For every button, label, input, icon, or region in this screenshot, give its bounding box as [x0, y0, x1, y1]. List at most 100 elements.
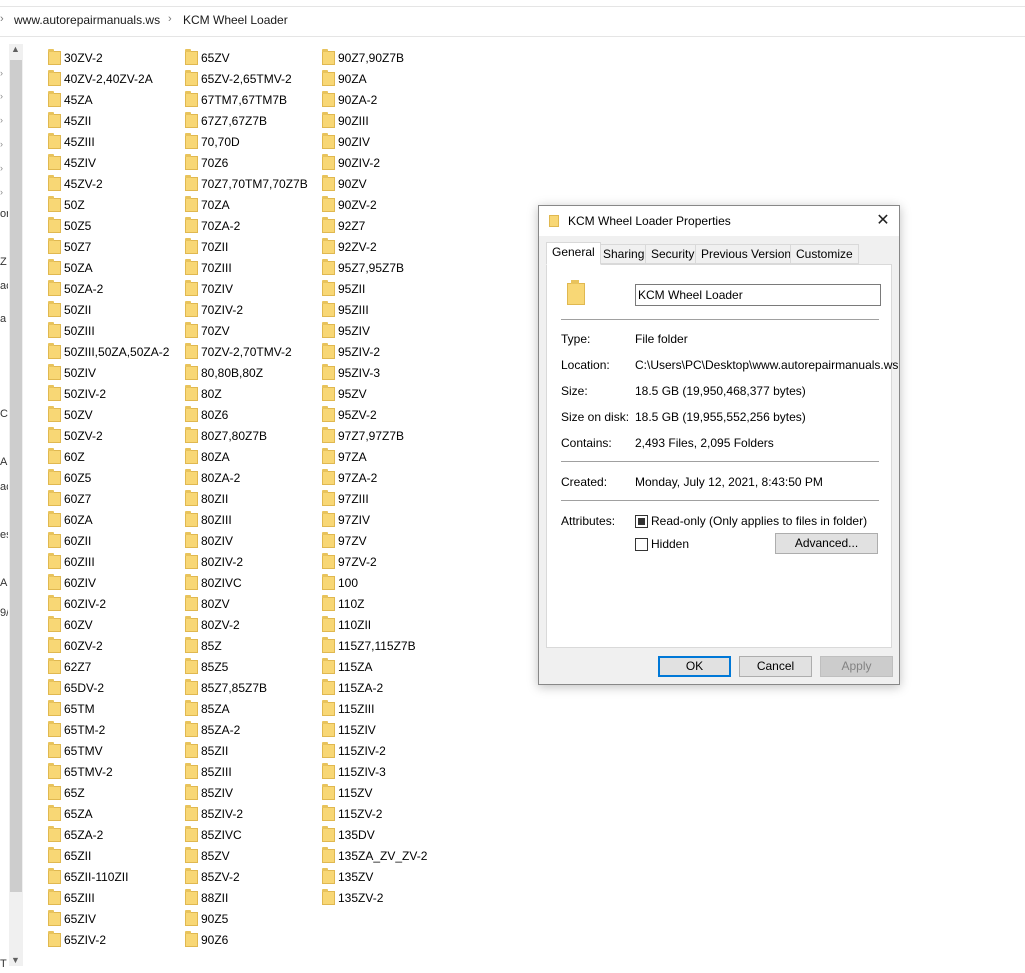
folder-item[interactable]: 30ZV-2: [48, 48, 103, 68]
folder-item[interactable]: 50ZIII,50ZA,50ZA-2: [48, 342, 169, 362]
folder-item[interactable]: 97ZIV: [322, 510, 370, 530]
folder-item[interactable]: 60ZV: [48, 615, 93, 635]
folder-item[interactable]: 115ZA-2: [322, 678, 383, 698]
folder-item[interactable]: 135DV: [322, 825, 375, 845]
readonly-checkbox-label[interactable]: Read-only (Only applies to files in fold…: [651, 514, 867, 528]
folder-item[interactable]: 50ZA: [48, 258, 93, 278]
advanced-button[interactable]: Advanced...: [775, 533, 878, 554]
folder-item[interactable]: 80,80B,80Z: [185, 363, 263, 383]
folder-item[interactable]: 80ZV-2: [185, 615, 240, 635]
tab-customize[interactable]: Customize: [790, 244, 859, 264]
folder-item[interactable]: 80ZIV-2: [185, 552, 243, 572]
folder-item[interactable]: 65ZII: [48, 846, 91, 866]
folder-item[interactable]: 62Z7: [48, 657, 91, 677]
folder-item[interactable]: 100: [322, 573, 358, 593]
nav-item-label[interactable]: ac: [0, 481, 8, 493]
folder-item[interactable]: 60Z7: [48, 489, 91, 509]
folder-item[interactable]: 97ZIII: [322, 489, 369, 509]
expand-arrow-icon[interactable]: ›: [0, 91, 6, 101]
folder-item[interactable]: 90ZIII: [322, 111, 369, 131]
expand-arrow-icon[interactable]: ›: [0, 187, 6, 197]
expand-arrow-icon[interactable]: ›: [0, 139, 6, 149]
folder-item[interactable]: 95ZIV-3: [322, 363, 380, 383]
folder-item[interactable]: 50Z7: [48, 237, 91, 257]
cancel-button[interactable]: Cancel: [739, 656, 812, 677]
folder-item[interactable]: 85ZV: [185, 846, 230, 866]
folder-item[interactable]: 115Z7,115Z7B: [322, 636, 416, 656]
folder-item[interactable]: 95ZV-2: [322, 405, 377, 425]
folder-item[interactable]: 135ZV: [322, 867, 373, 887]
folder-item[interactable]: 65TMV-2: [48, 762, 113, 782]
folder-name-input[interactable]: [635, 284, 881, 306]
nav-item-label[interactable]: es: [0, 529, 8, 541]
folder-item[interactable]: 97Z7,97Z7B: [322, 426, 404, 446]
tab-sharing[interactable]: Sharing: [597, 244, 651, 264]
folder-item[interactable]: 50Z5: [48, 216, 91, 236]
folder-item[interactable]: 80ZIII: [185, 510, 232, 530]
hidden-checkbox-label[interactable]: Hidden: [651, 537, 689, 551]
folder-item[interactable]: 80Z7,80Z7B: [185, 426, 267, 446]
folder-item[interactable]: 97ZA: [322, 447, 367, 467]
folder-item[interactable]: 70ZV-2,70TMV-2: [185, 342, 292, 362]
folder-item[interactable]: 65ZA: [48, 804, 93, 824]
folder-item[interactable]: 67Z7,67Z7B: [185, 111, 267, 131]
folder-item[interactable]: 45ZIII: [48, 132, 95, 152]
folder-item[interactable]: 85ZA-2: [185, 720, 240, 740]
folder-item[interactable]: 80ZIVC: [185, 573, 242, 593]
folder-item[interactable]: 85ZII: [185, 741, 228, 761]
navigation-pane[interactable]: [0, 37, 8, 973]
folder-item[interactable]: 85ZIV: [185, 783, 233, 803]
folder-item[interactable]: 97ZA-2: [322, 468, 377, 488]
folder-item[interactable]: 85ZIV-2: [185, 804, 243, 824]
expand-arrow-icon[interactable]: ›: [0, 68, 6, 78]
folder-item[interactable]: 65ZA-2: [48, 825, 103, 845]
folder-item[interactable]: 85Z: [185, 636, 222, 656]
folder-item[interactable]: 110ZII: [322, 615, 371, 635]
folder-item[interactable]: 40ZV-2,40ZV-2A: [48, 69, 153, 89]
folder-item[interactable]: 67TM7,67TM7B: [185, 90, 287, 110]
folder-item[interactable]: 92ZV-2: [322, 237, 377, 257]
folder-item[interactable]: 97ZV: [322, 531, 367, 551]
folder-item[interactable]: 65TMV: [48, 741, 103, 761]
folder-item[interactable]: 95ZIII: [322, 300, 369, 320]
hidden-checkbox[interactable]: [635, 538, 648, 551]
folder-item[interactable]: 50ZV: [48, 405, 93, 425]
nav-item-label[interactable]: ac: [0, 280, 8, 292]
scroll-up-arrow-icon[interactable]: ▲: [11, 44, 20, 54]
folder-item[interactable]: 50ZIV: [48, 363, 96, 383]
folder-item[interactable]: 70ZA-2: [185, 216, 240, 236]
nav-item-label[interactable]: a: [0, 313, 8, 325]
folder-item[interactable]: 85ZIII: [185, 762, 232, 782]
folder-item[interactable]: 70ZV: [185, 321, 230, 341]
folder-item[interactable]: 65Z: [48, 783, 85, 803]
folder-item[interactable]: 50ZIII: [48, 321, 95, 341]
folder-item[interactable]: 45ZII: [48, 111, 91, 131]
folder-item[interactable]: 85ZV-2: [185, 867, 240, 887]
folder-item[interactable]: 115ZV: [322, 783, 372, 803]
folder-item[interactable]: 65TM: [48, 699, 95, 719]
folder-item[interactable]: 45ZV-2: [48, 174, 103, 194]
folder-item[interactable]: 60ZV-2: [48, 636, 103, 656]
folder-item[interactable]: 70ZIV-2: [185, 300, 243, 320]
folder-item[interactable]: 60Z5: [48, 468, 91, 488]
folder-item[interactable]: 70,70D: [185, 132, 240, 152]
folder-item[interactable]: 90ZV: [322, 174, 367, 194]
folder-item[interactable]: 50ZIV-2: [48, 384, 106, 404]
ok-button[interactable]: OK: [658, 656, 731, 677]
folder-item[interactable]: 50ZII: [48, 300, 91, 320]
folder-item[interactable]: 90Z5: [185, 909, 228, 929]
folder-item[interactable]: 65ZV-2,65TMV-2: [185, 69, 292, 89]
folder-item[interactable]: 135ZV-2: [322, 888, 383, 908]
expand-arrow-icon[interactable]: ›: [0, 115, 6, 125]
folder-item[interactable]: 65TM-2: [48, 720, 105, 740]
folder-item[interactable]: 135ZA_ZV_ZV-2: [322, 846, 427, 866]
folder-item[interactable]: 80ZV: [185, 594, 230, 614]
folder-item[interactable]: 65ZV: [185, 48, 230, 68]
folder-item[interactable]: 115ZV-2: [322, 804, 382, 824]
nav-item-label[interactable]: or: [0, 208, 8, 220]
folder-item[interactable]: 95ZIV: [322, 321, 370, 341]
nav-item-label[interactable]: Z: [0, 256, 8, 268]
folder-item[interactable]: 90ZIV: [322, 132, 370, 152]
folder-item[interactable]: 80ZA-2: [185, 468, 240, 488]
folder-item[interactable]: 90ZIV-2: [322, 153, 380, 173]
